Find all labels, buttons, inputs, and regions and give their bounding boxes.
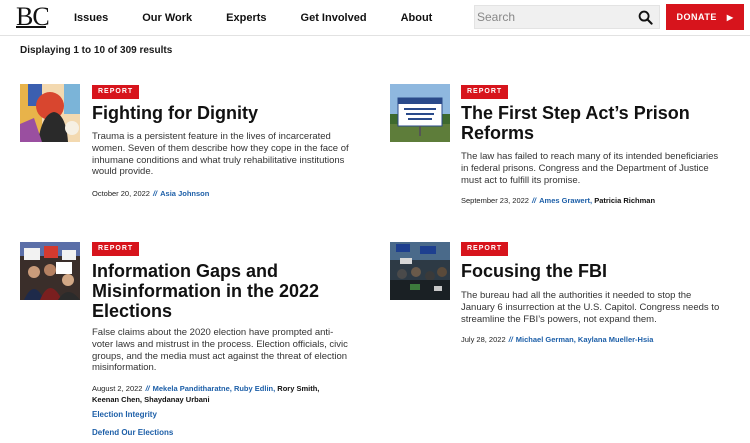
- card-meta: October 20, 2022//Asia Johnson: [92, 188, 209, 199]
- card-thumbnail-image[interactable]: [20, 242, 80, 300]
- nav-item-our-work[interactable]: Our Work: [142, 12, 192, 24]
- card-description-line: The bureau had all the authorities it ne…: [461, 290, 692, 301]
- card-description-line: False claims about the 2020 election hav…: [92, 327, 334, 338]
- card-title-line: Elections: [92, 301, 173, 321]
- card-description-line: would provide.: [92, 166, 154, 178]
- card-description: False claims about the 2020 election hav…: [92, 327, 348, 374]
- card-description-line: streamline the FBI’s powers, not expand …: [461, 313, 657, 325]
- card-description-line: misinformation.: [92, 362, 157, 374]
- report-badge: REPORT: [461, 85, 509, 99]
- results-count: Displaying 1 to 10 of 309 results: [20, 45, 173, 56]
- card-description-line: inhumane conditions and what truly rehab…: [92, 154, 345, 166]
- author-link[interactable]: Keenan Chen,: [92, 395, 142, 404]
- card-meta: August 2, 2022//Mekela Panditharatne, Ru…: [92, 383, 352, 405]
- card-title[interactable]: Information Gaps and Misinformation in t…: [92, 261, 319, 321]
- author-link[interactable]: Asia Johnson: [160, 189, 209, 198]
- author-link[interactable]: Ames Grawert,: [539, 196, 592, 205]
- card-title[interactable]: Fighting for Dignity: [92, 103, 258, 123]
- site-header: BC Issues Our Work Experts Get Involved …: [0, 0, 750, 36]
- search-input[interactable]: [475, 6, 625, 28]
- card-title-line: Reforms: [461, 123, 535, 143]
- card-meta: September 23, 2022//Ames Grawert, Patric…: [461, 195, 655, 206]
- card-title-line: Fighting for Dignity: [92, 103, 258, 123]
- meta-separator: //: [508, 335, 513, 344]
- nav-item-issues[interactable]: Issues: [74, 12, 108, 24]
- card-date: August 2, 2022: [92, 384, 143, 393]
- card-description: The bureau had all the authorities it ne…: [461, 290, 719, 325]
- card-title-line: Focusing the FBI: [461, 261, 607, 281]
- meta-separator: //: [531, 196, 537, 205]
- card-date: July 28, 2022: [461, 335, 506, 344]
- card-date: October 20, 2022: [92, 189, 150, 198]
- card-description-line: The law has failed to reach many of its …: [461, 151, 719, 162]
- main-nav: Issues Our Work Experts Get Involved Abo…: [74, 0, 466, 36]
- search-box: [474, 5, 660, 29]
- report-badge: REPORT: [92, 242, 140, 256]
- search-icon[interactable]: [638, 10, 653, 25]
- card-date: September 23, 2022: [461, 196, 529, 205]
- play-arrow-icon: ▶: [726, 12, 734, 22]
- nav-item-get-involved[interactable]: Get Involved: [301, 12, 367, 24]
- card-description: Trauma is a persistent feature in the li…: [92, 131, 349, 178]
- nav-item-experts[interactable]: Experts: [226, 12, 266, 24]
- card-title-line: The First Step Act’s Prison: [461, 103, 690, 123]
- card-description-line: January 6 insurrection at the U.S. Capit…: [461, 301, 720, 313]
- card-description: The law has failed to reach many of its …: [461, 151, 718, 186]
- author-link[interactable]: Patricia Richman: [594, 196, 655, 205]
- card-meta-line: August 2, 2022//Mekela Panditharatne, Ru…: [92, 383, 352, 394]
- logo-underline: [16, 26, 46, 28]
- card-thumbnail-image[interactable]: [20, 84, 80, 142]
- card-title[interactable]: The First Step Act’s Prison Reforms: [461, 103, 690, 143]
- card-description-line: women. Seven of them describe how they c…: [92, 142, 349, 154]
- author-link[interactable]: Kaylana Mueller-Hsia: [578, 335, 653, 344]
- author-link[interactable]: Ruby Edlin,: [234, 384, 275, 393]
- card-thumbnail-image[interactable]: [390, 242, 450, 300]
- card-meta: July 28, 2022//Michael German, Kaylana M…: [461, 334, 653, 345]
- meta-separator: //: [145, 384, 150, 393]
- nav-item-about[interactable]: About: [401, 12, 433, 24]
- card-title-line: Misinformation in the 2022: [92, 281, 320, 301]
- card-description-line: voter laws and mistrust in the process. …: [92, 338, 348, 350]
- report-badge: REPORT: [92, 85, 140, 99]
- author-link[interactable]: Rory Smith,: [277, 384, 319, 393]
- meta-separator: //: [152, 189, 158, 198]
- card-description-line: must act to fulfill its promise.: [461, 174, 581, 186]
- topic-tag-link[interactable]: Election Integrity: [92, 410, 157, 419]
- author-link[interactable]: Michael German,: [516, 335, 576, 344]
- topic-tag-link[interactable]: Defend Our Elections: [92, 428, 173, 437]
- card-thumbnail-image[interactable]: [390, 84, 450, 142]
- author-link[interactable]: Shaydanay Urbani: [144, 395, 209, 404]
- donate-button[interactable]: DONATE ▶: [666, 4, 744, 30]
- card-description-line: groups, and the media must act against t…: [92, 350, 348, 362]
- card-description-line: Trauma is a persistent feature in the li…: [92, 131, 331, 142]
- report-badge: REPORT: [461, 242, 509, 256]
- card-meta-line: Keenan Chen, Shaydanay Urbani: [92, 394, 352, 405]
- card-description-line: in federal prisons. Congress and the Dep…: [461, 162, 709, 174]
- author-link[interactable]: Mekela Panditharatne,: [153, 384, 232, 393]
- card-title[interactable]: Focusing the FBI: [461, 261, 607, 281]
- card-title-line: Information Gaps and: [92, 261, 279, 281]
- donate-label: DONATE: [676, 12, 717, 22]
